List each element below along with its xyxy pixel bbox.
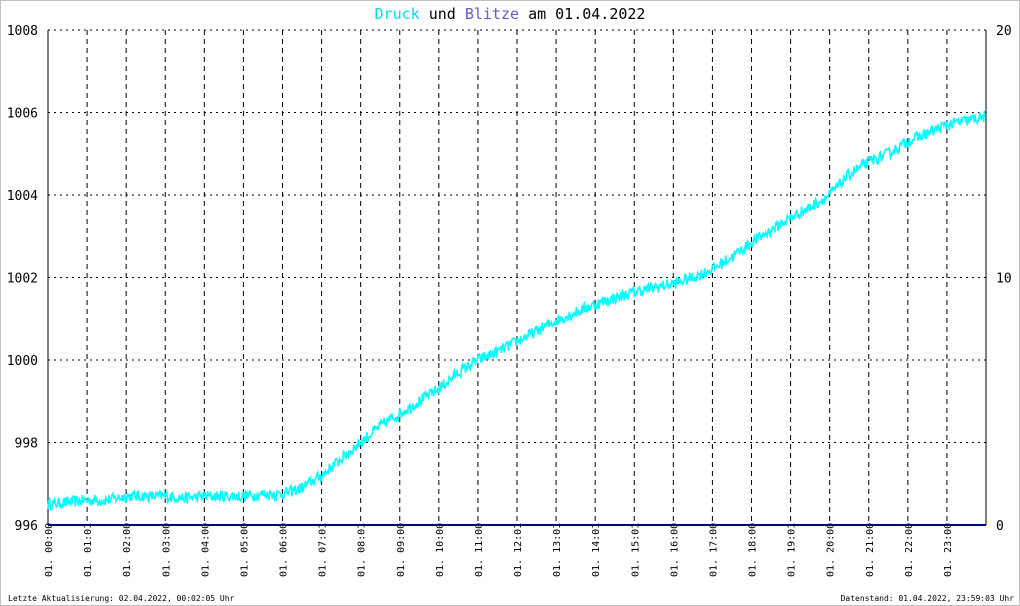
x-tick-label: 01. 15:01	[630, 523, 641, 577]
x-tick-label: 01. 19:01	[787, 523, 798, 577]
x-tick-label: 01. 03:00	[161, 523, 172, 577]
x-tick-label: 01. 00:00	[44, 523, 55, 577]
x-tick-label: 01. 07:01	[318, 523, 329, 577]
y-tick-label-left: 998	[15, 437, 38, 452]
x-tick-label: 01. 06:00	[279, 523, 290, 577]
y-tick-label-right: 20	[996, 24, 1012, 39]
y-tick-label-left: 1000	[7, 354, 38, 369]
x-tick-label: 01. 01:01	[83, 523, 94, 577]
x-tick-label: 01. 02:00	[122, 523, 133, 577]
x-tick-label: 01. 12:01	[513, 523, 524, 577]
y-tick-label-left: 1004	[7, 189, 38, 204]
x-tick-label: 01. 16:00	[669, 523, 680, 577]
x-tick-label: 01. 17:00	[708, 523, 719, 577]
x-tick-label: 01. 23:00	[943, 523, 954, 577]
x-tick-label: 01. 04:00	[200, 523, 211, 577]
x-tick-label: 01. 22:00	[904, 523, 915, 577]
y-tick-label-left: 1006	[7, 107, 38, 122]
x-tick-label: 01. 18:00	[748, 523, 759, 577]
y-tick-label-left: 1008	[7, 24, 38, 39]
last-update-text: Letzte Aktualisierung: 02.04.2022, 00:02…	[8, 594, 235, 603]
x-tick-label: 01. 21:00	[865, 523, 876, 577]
data-status-text: Datenstand: 01.04.2022, 23:59:03 Uhr	[840, 594, 1014, 603]
x-tick-label: 01. 09:00	[396, 523, 407, 577]
x-tick-label: 01. 11:00	[474, 523, 485, 577]
pressure-lightning-chart: 996 998 1000 1002 1004 1006 1008 0 10 20 01. 00:00…	[7, 24, 1012, 577]
y-tick-label-left: 1002	[7, 272, 38, 287]
y-tick-label-right: 10	[996, 272, 1012, 287]
x-tick-label: 01. 20:00	[826, 523, 837, 577]
x-tick-label: 01. 10:00	[435, 523, 446, 577]
x-tick-label: 01. 14:01	[591, 523, 602, 577]
y-tick-label-left: 996	[15, 519, 38, 534]
x-tick-label: 01. 13:01	[552, 523, 563, 577]
x-tick-label: 01. 05:00	[239, 523, 250, 577]
x-tick-label: 01. 08:01	[357, 523, 368, 577]
y-tick-label-right: 0	[996, 519, 1004, 534]
